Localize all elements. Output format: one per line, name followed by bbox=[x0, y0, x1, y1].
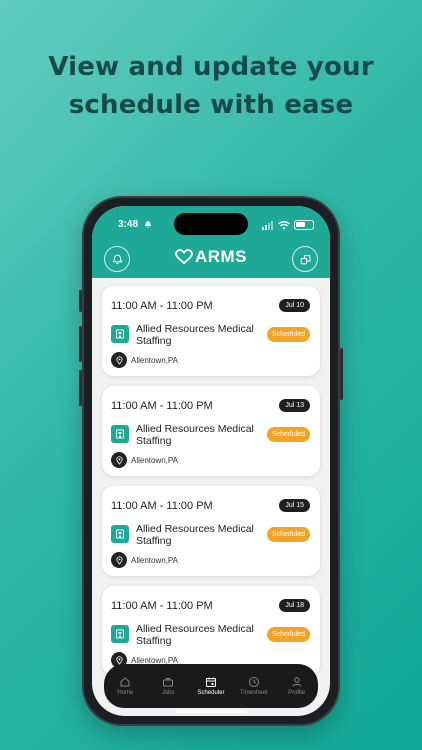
logo-text: ARMS bbox=[194, 247, 248, 266]
phone-mute-switch bbox=[79, 290, 82, 312]
tab-scheduler[interactable]: Scheduler bbox=[191, 676, 231, 696]
shift-time: 11:00 AM - 11:00 PM bbox=[111, 500, 213, 512]
tab-label: Profile bbox=[288, 690, 306, 696]
facility-name: Allied Resources Medical Staffing bbox=[136, 423, 254, 447]
location-text: Allentown,PA bbox=[131, 356, 178, 365]
status-badge: Scheduled bbox=[266, 427, 310, 442]
tab-home[interactable]: Home bbox=[105, 676, 145, 696]
status-bar: 3:48 bbox=[92, 213, 330, 235]
phone-screen: 3:48 ARMS 11:00 AM - 11:00 PM Jul 10 All… bbox=[92, 206, 330, 716]
location-pin-icon bbox=[111, 352, 127, 368]
status-badge: Scheduled bbox=[266, 327, 310, 342]
home-icon bbox=[120, 677, 130, 687]
tab-jobs[interactable]: Jobs bbox=[148, 676, 188, 696]
phone-power-button bbox=[340, 348, 343, 400]
shift-time: 11:00 AM - 11:00 PM bbox=[111, 300, 213, 312]
headline-line-1: View and update your bbox=[48, 52, 374, 82]
shift-card[interactable]: 11:00 AM - 11:00 PM Jul 13 Allied Resour… bbox=[102, 386, 320, 476]
facility-icon bbox=[111, 625, 129, 643]
status-badge: Scheduled bbox=[266, 527, 310, 542]
headline-line-2: schedule with ease bbox=[68, 90, 354, 120]
cellular-signal-icon bbox=[262, 220, 273, 230]
home-indicator bbox=[176, 710, 246, 713]
shift-card[interactable]: 11:00 AM - 11:00 PM Jul 15 Allied Resour… bbox=[102, 486, 320, 576]
location-pin-icon bbox=[111, 552, 127, 568]
tab-label: Scheduler bbox=[197, 690, 225, 696]
wifi-icon bbox=[278, 220, 290, 229]
tab-label: Home bbox=[117, 690, 134, 696]
marketing-headline: View and update your schedule with ease bbox=[0, 48, 422, 124]
notification-bell-icon bbox=[144, 221, 152, 229]
person-icon bbox=[292, 677, 302, 687]
status-time: 3:48 bbox=[118, 219, 139, 230]
briefcase-icon bbox=[163, 678, 174, 687]
tab-timesheet[interactable]: Timesheet bbox=[234, 676, 274, 696]
tab-profile[interactable]: Profile bbox=[277, 676, 317, 696]
dynamic-island bbox=[174, 213, 248, 235]
swap-icon bbox=[300, 254, 310, 264]
bottom-tab-bar: Home Jobs Scheduler Timesheet Profile bbox=[104, 664, 318, 708]
heart-logo-icon bbox=[175, 249, 193, 265]
date-badge: Jul 10 bbox=[279, 299, 310, 312]
facility-name: Allied Resources Medical Staffing bbox=[136, 523, 254, 547]
calendar-icon bbox=[205, 677, 216, 687]
shift-time: 11:00 AM - 11:00 PM bbox=[111, 400, 213, 412]
location-text: Allentown,PA bbox=[131, 456, 178, 465]
status-badge: Scheduled bbox=[266, 627, 310, 642]
date-badge: Jul 18 bbox=[279, 599, 310, 612]
date-badge: Jul 13 bbox=[279, 399, 310, 412]
facility-name: Allied Resources Medical Staffing bbox=[136, 323, 254, 347]
phone-frame: 3:48 ARMS 11:00 AM - 11:00 PM Jul 10 All… bbox=[79, 196, 343, 726]
tab-label: Timesheet bbox=[239, 690, 268, 696]
date-badge: Jul 15 bbox=[279, 499, 310, 512]
app-header: 3:48 ARMS bbox=[92, 206, 330, 278]
facility-name: Allied Resources Medical Staffing bbox=[136, 623, 254, 647]
location-pin-icon bbox=[111, 452, 127, 468]
tab-label: Jobs bbox=[161, 690, 175, 696]
facility-icon bbox=[111, 325, 129, 343]
clock-icon bbox=[248, 677, 259, 687]
shift-time: 11:00 AM - 11:00 PM bbox=[111, 600, 213, 612]
shift-card[interactable]: 11:00 AM - 11:00 PM Jul 18 Allied Resour… bbox=[102, 586, 320, 676]
phone-volume-down bbox=[79, 370, 82, 406]
switch-account-button[interactable] bbox=[292, 246, 318, 272]
phone-volume-up bbox=[79, 326, 82, 362]
facility-icon bbox=[111, 425, 129, 443]
facility-icon bbox=[111, 525, 129, 543]
shift-card[interactable]: 11:00 AM - 11:00 PM Jul 10 Allied Resour… bbox=[102, 286, 320, 376]
location-text: Allentown,PA bbox=[131, 556, 178, 565]
battery-icon bbox=[294, 220, 314, 230]
